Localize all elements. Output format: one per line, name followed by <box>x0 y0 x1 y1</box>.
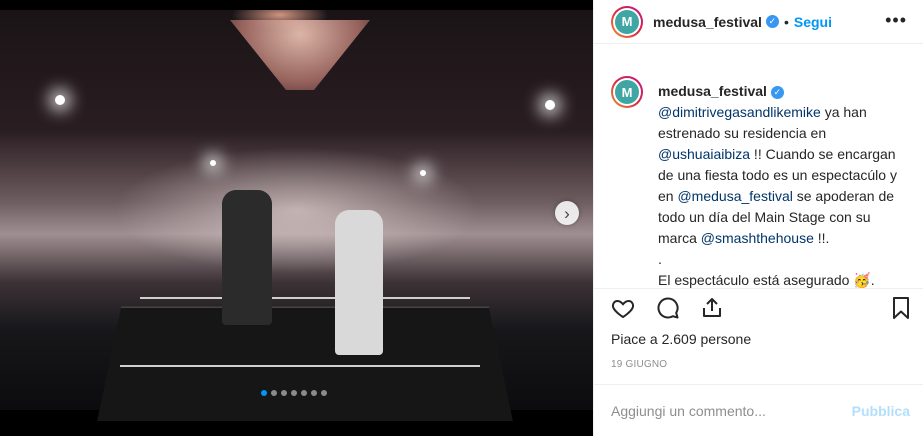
caption: M medusa_festival ✓ @dimitrivegasandlikem… <box>594 70 923 288</box>
carousel-dots <box>261 390 327 396</box>
bookmark-icon[interactable] <box>889 296 913 320</box>
photo-stage <box>97 306 513 421</box>
post-panel: M medusa_festival ✓ • Segui ••• M medusa… <box>593 0 923 436</box>
carousel-dot <box>281 390 287 396</box>
username-link[interactable]: medusa_festival <box>653 14 762 30</box>
post-date[interactable]: 19 GIUGNO <box>611 359 667 370</box>
mention-link[interactable]: @smashthehouse <box>701 230 814 246</box>
caption-last-line: El espectáculo está asegurado 🥳. <box>658 272 875 288</box>
photo-balloon <box>230 20 370 90</box>
verified-icon: ✓ <box>770 85 784 99</box>
chevron-right-icon: › <box>564 203 570 223</box>
share-icon[interactable] <box>700 296 724 320</box>
separator: • <box>783 13 789 30</box>
comment-icon[interactable] <box>656 296 680 320</box>
comment-input[interactable] <box>611 402 831 419</box>
caption-body: !!. <box>813 230 830 246</box>
carousel-dot <box>321 390 327 396</box>
avatar[interactable]: M <box>611 5 643 38</box>
carousel-dot <box>261 390 267 396</box>
carousel-dot <box>271 390 277 396</box>
likes-count[interactable]: Piace a 2.609 persone <box>611 331 751 347</box>
action-bar <box>594 288 923 328</box>
carousel-dot <box>311 390 317 396</box>
photo-light <box>55 95 65 105</box>
photo-person <box>222 190 272 325</box>
photo-light <box>210 160 216 166</box>
caption-text: medusa_festival ✓ @dimitrivegasandlikemik… <box>658 70 908 288</box>
photo-person <box>335 210 383 355</box>
verified-icon: ✓ <box>765 15 779 28</box>
mention-link[interactable]: @medusa_festival <box>677 188 792 204</box>
photo-light <box>545 100 555 110</box>
avatar[interactable]: M <box>611 76 643 108</box>
caption-username[interactable]: medusa_festival <box>658 83 767 99</box>
more-options-icon[interactable]: ••• <box>885 10 907 31</box>
post-header: M medusa_festival ✓ • Segui ••• <box>594 0 923 44</box>
caption-dot: . <box>658 251 662 267</box>
post-media[interactable]: › <box>0 0 593 436</box>
mention-link[interactable]: @dimitrivegasandlikemike <box>658 104 821 120</box>
heart-icon[interactable] <box>611 296 635 320</box>
follow-button[interactable]: Segui <box>794 14 832 30</box>
comment-bar: Pubblica <box>594 384 923 436</box>
avatar-image: M <box>615 9 639 34</box>
photo-stage-line <box>120 365 480 367</box>
next-arrow-button[interactable]: › <box>555 201 579 225</box>
photo-stage-line <box>140 297 470 299</box>
mention-link[interactable]: @ushuaiaibiza <box>658 146 750 162</box>
post-photo <box>0 10 593 421</box>
carousel-dot <box>301 390 307 396</box>
publish-button[interactable]: Pubblica <box>852 403 910 419</box>
avatar-image: M <box>615 80 639 104</box>
carousel-dot <box>291 390 297 396</box>
photo-light <box>420 170 426 176</box>
